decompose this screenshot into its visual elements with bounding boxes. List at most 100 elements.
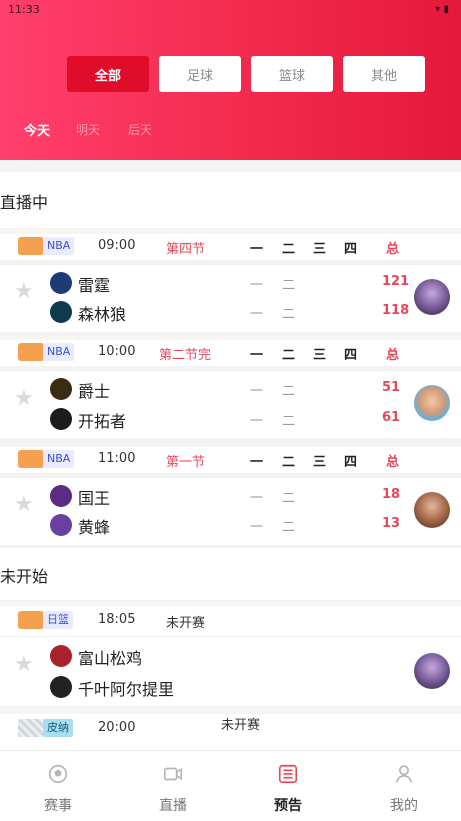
quarter-score: 二	[282, 307, 296, 322]
live-section-title: 直播中	[0, 193, 49, 212]
team-name: 森林狼	[78, 305, 127, 324]
league-tag: NBA	[43, 450, 75, 468]
team-name: 国王	[78, 489, 111, 508]
team-logo	[50, 408, 72, 430]
match-status: 第四节	[166, 242, 206, 257]
league-logo	[18, 343, 44, 361]
league-tag: NBA	[43, 237, 75, 255]
quarter-label: 三	[313, 348, 327, 363]
streamer-avatar[interactable]	[414, 492, 450, 528]
team-score: 51	[382, 380, 401, 395]
league-tag: NBA	[43, 343, 75, 361]
quarter-label: 一	[250, 348, 264, 363]
quarter-score: 一	[250, 414, 264, 429]
league-logo	[18, 719, 44, 737]
day-tab-after-tomorrow[interactable]: 后天	[128, 121, 152, 138]
nav-live[interactable]: 直播	[143, 763, 203, 815]
team-name: 黄蜂	[78, 518, 111, 537]
quarter-score: 二	[282, 278, 296, 293]
favorite-star-icon[interactable]: ★	[14, 281, 34, 303]
upcoming-section-title: 未开始	[0, 567, 49, 586]
quarter-label: 二	[282, 242, 296, 257]
match-status: 第二节完	[159, 348, 212, 363]
team-score: 13	[382, 516, 401, 531]
team-name: 爵士	[78, 382, 111, 401]
team-score: 61	[382, 410, 401, 425]
nav-events[interactable]: 赛事	[28, 763, 88, 815]
soccer-ball-icon	[48, 764, 68, 784]
match-status: 第一节	[166, 455, 206, 470]
bottom-navigation: 赛事 直播 预告 我的	[0, 750, 461, 821]
streamer-avatar[interactable]	[414, 279, 450, 315]
match-time: 18:05	[98, 612, 136, 627]
team-score: 18	[382, 487, 401, 502]
match-time: 20:00	[98, 720, 136, 735]
team-name: 富山松鸡	[78, 649, 143, 668]
league-logo	[18, 237, 44, 255]
quarter-score: 一	[250, 491, 264, 506]
day-tab-tomorrow[interactable]: 明天	[76, 121, 100, 138]
total-label: 总	[386, 455, 400, 470]
live-section-header	[0, 172, 461, 228]
day-tab-today[interactable]: 今天	[24, 120, 50, 139]
quarter-score: 一	[250, 384, 264, 399]
category-tab-other[interactable]: 其他	[343, 56, 425, 92]
team-logo	[50, 378, 72, 400]
match-time: 11:00	[98, 451, 136, 466]
team-logo	[50, 645, 72, 667]
header-banner: 11:33 ▾ ▮ 全部 足球 篮球 其他 今天 明天 后天	[0, 0, 461, 160]
total-label: 总	[386, 348, 400, 363]
upcoming-section-header	[0, 548, 461, 600]
team-score: 118	[382, 303, 410, 318]
team-name: 雷霆	[78, 276, 111, 295]
favorite-star-icon[interactable]: ★	[14, 388, 34, 410]
nav-preview[interactable]: 预告	[258, 763, 318, 815]
team-logo	[50, 272, 72, 294]
favorite-star-icon[interactable]: ★	[14, 654, 34, 676]
user-icon	[395, 765, 413, 783]
category-tab-basketball[interactable]: 篮球	[251, 56, 333, 92]
quarter-score: 一	[250, 307, 264, 322]
team-name: 开拓者	[78, 412, 127, 431]
league-logo	[18, 611, 44, 629]
quarter-score: 一	[250, 278, 264, 293]
team-score: 121	[382, 274, 410, 289]
quarter-score: 二	[282, 520, 296, 535]
category-tab-football[interactable]: 足球	[159, 56, 241, 92]
nav-label: 直播	[159, 798, 187, 814]
quarter-score: 一	[250, 520, 264, 535]
team-name: 千叶阿尔提里	[78, 680, 175, 699]
streamer-avatar[interactable]	[414, 385, 450, 421]
team-logo	[50, 514, 72, 536]
league-tag: 皮纳	[43, 719, 73, 737]
team-logo	[50, 676, 72, 698]
match-time: 09:00	[98, 238, 136, 253]
status-icons: ▾ ▮	[435, 4, 449, 15]
quarter-label: 二	[282, 455, 296, 470]
match-time: 10:00	[98, 344, 136, 359]
status-time: 11:33	[8, 3, 40, 16]
match-status: 未开赛	[221, 718, 261, 733]
quarter-label: 三	[313, 242, 327, 257]
team-logo	[50, 301, 72, 323]
quarter-label: 四	[344, 242, 358, 257]
match-status: 未开赛	[166, 616, 206, 631]
quarter-label: 二	[282, 348, 296, 363]
nav-label: 预告	[274, 798, 302, 814]
quarter-label: 一	[250, 455, 264, 470]
team-logo	[50, 485, 72, 507]
nav-label: 我的	[390, 798, 418, 814]
total-label: 总	[386, 242, 400, 257]
category-tab-all[interactable]: 全部	[67, 56, 149, 92]
match-card[interactable]	[0, 636, 461, 706]
quarter-label: 四	[344, 348, 358, 363]
league-logo	[18, 450, 44, 468]
nav-mine[interactable]: 我的	[374, 763, 434, 815]
streamer-avatar[interactable]	[414, 653, 450, 689]
quarter-label: 四	[344, 455, 358, 470]
quarter-score: 二	[282, 491, 296, 506]
favorite-star-icon[interactable]: ★	[14, 494, 34, 516]
quarter-score: 二	[282, 384, 296, 399]
video-camera-icon	[163, 767, 183, 781]
quarter-label: 一	[250, 242, 264, 257]
